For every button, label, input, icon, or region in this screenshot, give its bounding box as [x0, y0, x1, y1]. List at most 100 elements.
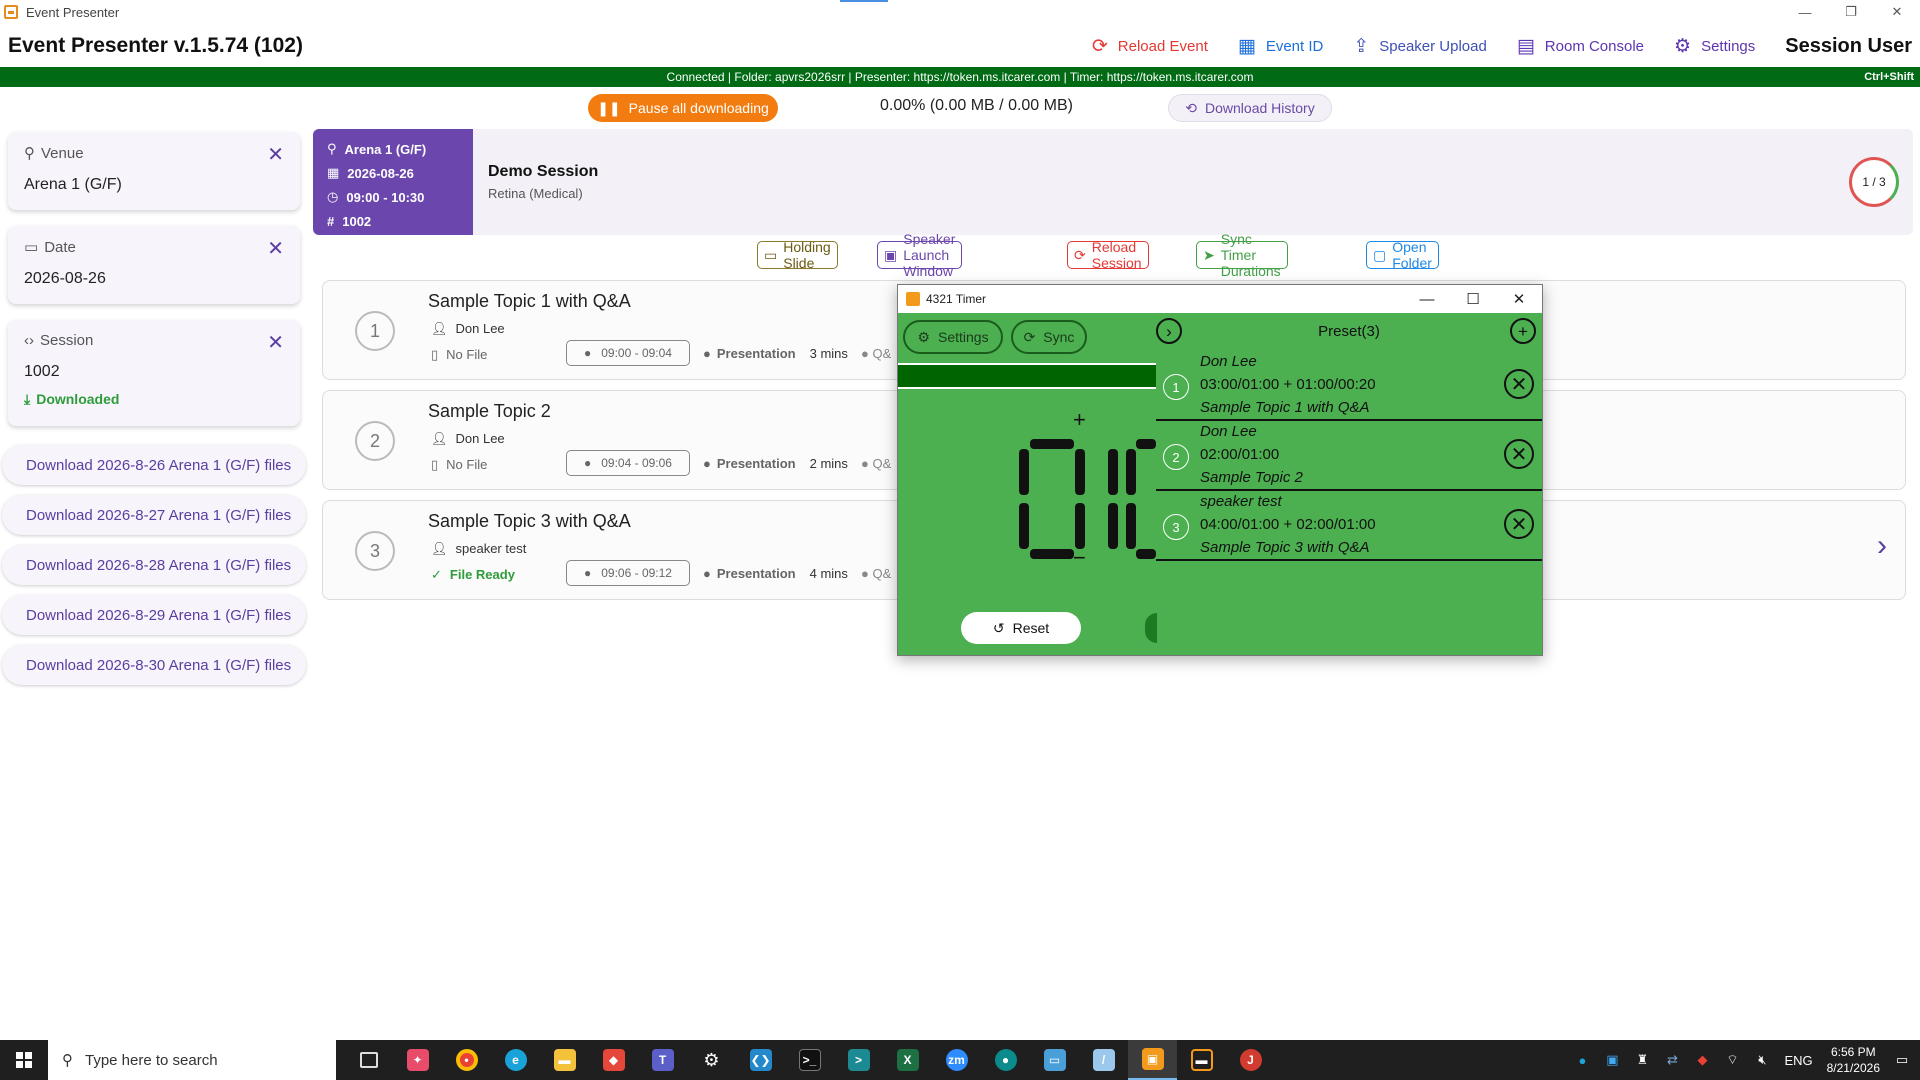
remove-preset-icon[interactable]: ✕ [1504, 369, 1534, 399]
timer-sync-label: Sync [1043, 329, 1075, 345]
webex-app-icon[interactable]: ● [981, 1040, 1030, 1080]
minimize-button[interactable]: — [1782, 0, 1828, 24]
session-user-menu[interactable]: Session User [1785, 35, 1912, 58]
media-app-icon[interactable]: J [1226, 1040, 1275, 1080]
speaker-launch-window-button[interactable]: ▣ Speaker Launch Window [877, 231, 963, 279]
timer-minus-button[interactable]: − [1073, 545, 1086, 570]
task-view-icon[interactable] [344, 1040, 393, 1080]
download-date-button[interactable]: Download 2026-8-29 Arena 1 (G/F) files [2, 595, 306, 635]
reload-session-button[interactable]: ⟳ Reload Session [1067, 239, 1149, 271]
window-controls: — ❐ ✕ [1782, 0, 1920, 24]
timer-settings-button[interactable]: ⚙ Settings [903, 320, 1003, 354]
terminal-app-icon[interactable]: >_ [785, 1040, 834, 1080]
expand-presets-icon[interactable]: › [1156, 318, 1182, 344]
settings-app-icon[interactable]: ⚙ [687, 1040, 736, 1080]
segment [1126, 503, 1136, 549]
timer-maximize-button[interactable]: ☐ [1450, 285, 1496, 313]
date-filter-label-row: ▭ Date [24, 238, 284, 257]
topic-file-status: ▯ No File [431, 347, 487, 363]
topic-number: 1 [355, 311, 395, 351]
timer-icon: ● [703, 456, 711, 471]
zoom-app-icon[interactable]: zm [932, 1040, 981, 1080]
preset-item[interactable]: 3 speaker test 04:00/01:00 + 02:00/01:00… [1156, 491, 1542, 561]
excel-app-icon[interactable]: X [883, 1040, 932, 1080]
chevron-right-icon[interactable]: › [1877, 529, 1887, 563]
event-id-button[interactable]: ▦ Event ID [1238, 37, 1323, 56]
notification-icon[interactable]: ▭ [1894, 1052, 1910, 1068]
remote-desktop-app-icon[interactable]: ▭ [1030, 1040, 1079, 1080]
session-title: Demo Session [488, 163, 599, 180]
clear-session-icon[interactable]: ✕ [267, 330, 284, 355]
timer-minimize-button[interactable]: — [1404, 285, 1450, 313]
download-date-button[interactable]: Download 2026-8-26 Arena 1 (G/F) files [2, 445, 306, 485]
windows-logo-icon [16, 1052, 32, 1068]
topic-time-chip[interactable]: ● 09:04 - 09:06 [566, 450, 690, 476]
clear-date-icon[interactable]: ✕ [267, 236, 284, 261]
tray-app-icon[interactable]: ◆ [1694, 1052, 1710, 1068]
venue-filter-label-row: ⚲ Venue [24, 144, 284, 163]
taskbar-search-box[interactable]: ⚲ Type here to search [48, 1040, 336, 1080]
topic-time-chip[interactable]: ● 09:00 - 09:04 [566, 340, 690, 366]
download-check-icon: ⤓ [24, 391, 31, 407]
remove-preset-icon[interactable]: ✕ [1504, 439, 1534, 469]
pause-downloading-button[interactable]: ❚❚ Pause all downloading [588, 94, 778, 122]
vscode-app-icon[interactable]: ❮❯ [736, 1040, 785, 1080]
reload-event-button[interactable]: ⟳ Reload Event [1092, 37, 1208, 56]
edge-app-icon[interactable]: e [491, 1040, 540, 1080]
powershell-app-icon[interactable]: > [834, 1040, 883, 1080]
topic-time-chip[interactable]: ● 09:06 - 09:12 [566, 560, 690, 586]
close-button[interactable]: ✕ [1874, 0, 1920, 24]
open-folder-button[interactable]: ▢ Open Folder [1366, 239, 1439, 271]
date-filter-card[interactable]: ▭ Date 2026-08-26 ✕ [8, 226, 300, 304]
wifi-icon[interactable]: ⌔ [1724, 1052, 1740, 1068]
remove-preset-icon[interactable]: ✕ [1504, 509, 1534, 539]
clear-venue-icon[interactable]: ✕ [267, 142, 284, 167]
download-date-button[interactable]: Download 2026-8-28 Arena 1 (G/F) files [2, 545, 306, 585]
session-card: ⚲ Arena 1 (G/F) ▦ 2026-08-26 ◷ 09:00 - 10:3… [313, 129, 1913, 235]
taskbar-clock[interactable]: 6:56 PM 8/21/2026 [1827, 1044, 1880, 1076]
topic-speaker: 👤︎ Don Lee [431, 321, 505, 337]
holding-slide-button[interactable]: ▭ Holding Slide [757, 239, 838, 271]
timer-close-button[interactable]: ✕ [1496, 285, 1542, 313]
speaker-launch-window-label: Speaker Launch Window [903, 231, 956, 279]
teams-app-icon[interactable]: T [638, 1040, 687, 1080]
timer-titlebar: 4321 Timer — ☐ ✕ [898, 285, 1542, 313]
timer-app-taskbar-icon[interactable]: ▣ [1128, 1040, 1177, 1080]
upload-icon: ⇪ [1353, 35, 1370, 57]
preset-item[interactable]: 1 Don Lee 03:00/01:00 + 01:00/00:20 Samp… [1156, 351, 1542, 421]
room-console-button[interactable]: ▤ Room Console [1517, 37, 1644, 56]
tray-app-icon[interactable]: ● [1574, 1052, 1590, 1068]
notes-app-icon[interactable]: / [1079, 1040, 1128, 1080]
chrome-app-icon[interactable]: • [442, 1040, 491, 1080]
session-meta: ⚲ Arena 1 (G/F) ▦ 2026-08-26 ◷ 09:00 - 10:3… [313, 129, 473, 235]
session-filter-label: Session [40, 332, 94, 349]
tray-app-icon[interactable]: ▣ [1604, 1052, 1620, 1068]
download-date-button[interactable]: Download 2026-8-30 Arena 1 (G/F) files [2, 645, 306, 685]
file-explorer-app-icon[interactable]: ▬ [540, 1040, 589, 1080]
settings-button[interactable]: ⚙ Settings [1674, 37, 1755, 56]
download-date-button[interactable]: Download 2026-8-27 Arena 1 (G/F) files [2, 495, 306, 535]
add-preset-icon[interactable]: + [1510, 318, 1536, 344]
event-presenter-taskbar-icon[interactable]: ▬ [1177, 1040, 1226, 1080]
restore-button[interactable]: ❐ [1828, 0, 1874, 24]
timer-sync-button[interactable]: ⟳ Sync [1011, 320, 1087, 354]
anydesk-app-icon[interactable]: ◆ [589, 1040, 638, 1080]
title-accent-line [840, 0, 888, 2]
download-history-button[interactable]: ⟲ Download History [1168, 94, 1332, 122]
paint-app-icon[interactable]: ✦ [393, 1040, 442, 1080]
speaker-upload-button[interactable]: ⇪ Speaker Upload [1353, 37, 1487, 56]
timer-reset-button[interactable]: ↺ Reset [961, 612, 1081, 644]
language-indicator[interactable]: ENG [1784, 1053, 1812, 1068]
venue-filter-card[interactable]: ⚲ Venue Arena 1 (G/F) ✕ [8, 132, 300, 210]
tray-app-icon[interactable]: ♜ [1634, 1052, 1650, 1068]
segment [1075, 503, 1085, 549]
volume-mute-icon[interactable]: 🔇︎ [1754, 1052, 1770, 1068]
topic-speaker-name: Don Lee [455, 431, 505, 446]
tray-app-icon[interactable]: ⇄ [1664, 1052, 1680, 1068]
app-title: Event Presenter v.1.5.74 (102) [8, 34, 303, 57]
sync-timer-durations-button[interactable]: ➤ Sync Timer Durations [1196, 231, 1288, 279]
preset-item[interactable]: 2 Don Lee 02:00/01:00 Sample Topic 2 ✕ [1156, 421, 1542, 491]
system-tray: ● ▣ ♜ ⇄ ◆ ⌔ 🔇︎ ENG 6:56 PM 8/21/2026 ▭ [1574, 1040, 1920, 1080]
start-button[interactable] [0, 1040, 48, 1080]
session-filter-card[interactable]: ‹› Session 1002 ⤓ Downloaded ✕ [8, 320, 300, 426]
